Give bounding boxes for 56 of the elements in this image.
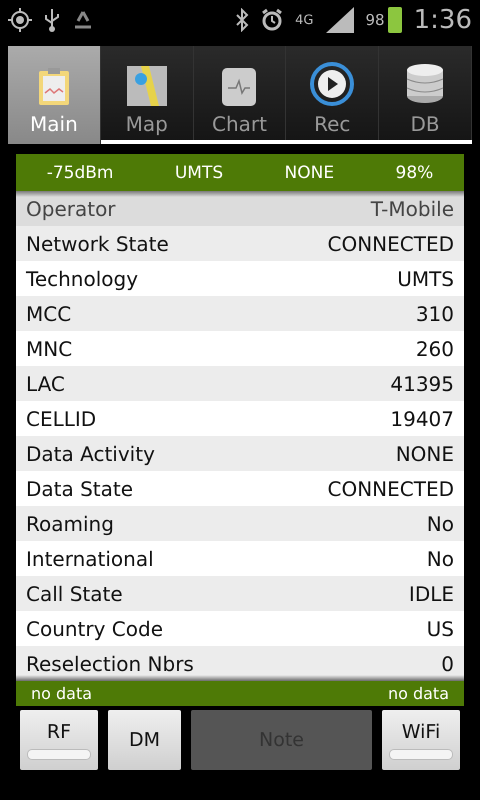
- network-type: 4G: [295, 12, 314, 28]
- row-label: MNC: [26, 336, 72, 360]
- row-value: CONNECTED: [328, 232, 454, 256]
- row-value: 260: [416, 336, 454, 360]
- row-label: LAC: [26, 372, 65, 396]
- database-icon: [405, 62, 446, 106]
- battery-icon: [388, 7, 402, 33]
- footer-text: no data: [31, 684, 92, 703]
- battery-percent: 98: [366, 11, 385, 29]
- clipboard-icon: [36, 66, 71, 106]
- row-label: Data Activity: [26, 442, 155, 466]
- toggle-button[interactable]: RF: [20, 710, 98, 770]
- tab[interactable]: Chart: [194, 46, 286, 140]
- chart-icon: [222, 68, 256, 106]
- usb-icon: [44, 7, 60, 33]
- summary-value: 98%: [396, 162, 434, 182]
- summary-value: UMTS: [174, 162, 224, 182]
- toggle-button[interactable]: WiFi: [382, 710, 460, 770]
- row-label: Data State: [26, 476, 134, 500]
- row-value: 41395: [390, 372, 454, 396]
- action-button[interactable]: DM: [108, 710, 181, 770]
- row-value: No: [426, 546, 454, 570]
- row-label: CELLID: [26, 406, 96, 430]
- alarm-clock-icon: [261, 8, 284, 32]
- row-value: UMTS: [397, 266, 454, 290]
- row-value: No: [426, 512, 454, 536]
- row-value: US: [426, 616, 454, 640]
- footer-text: no data: [388, 684, 449, 703]
- tab[interactable]: Main: [8, 46, 101, 144]
- clock-time: 1:36: [414, 5, 472, 35]
- bluetooth-icon: [235, 8, 250, 32]
- map-icon: [126, 66, 167, 106]
- row-label: Country Code: [26, 616, 164, 640]
- play-icon: [310, 62, 354, 106]
- row-value: T-Mobile: [370, 196, 454, 220]
- row-label: Operator: [26, 196, 116, 220]
- row-value: NONE: [396, 442, 454, 466]
- row-label: Reselection Nbrs: [26, 652, 194, 676]
- row-label: Roaming: [26, 512, 114, 536]
- tab[interactable]: Map: [100, 46, 194, 140]
- row-value: 310: [416, 302, 454, 326]
- row-value: 19407: [390, 406, 454, 430]
- tab[interactable]: Rec: [286, 46, 380, 140]
- row-value: IDLE: [408, 582, 454, 606]
- signal-icon: [326, 7, 354, 33]
- row-label: Network State: [26, 232, 169, 256]
- row-value: CONNECTED: [328, 476, 454, 500]
- row-label: Technology: [26, 266, 138, 290]
- summary-value: NONE: [284, 162, 334, 182]
- row-value: 0: [441, 652, 454, 676]
- tab[interactable]: DB: [379, 46, 472, 140]
- row-label: MCC: [26, 302, 72, 326]
- row-label: Call State: [26, 582, 123, 606]
- gps-icon: [8, 8, 32, 32]
- summary-value: -75dBm: [46, 162, 114, 182]
- row-label: International: [26, 546, 154, 570]
